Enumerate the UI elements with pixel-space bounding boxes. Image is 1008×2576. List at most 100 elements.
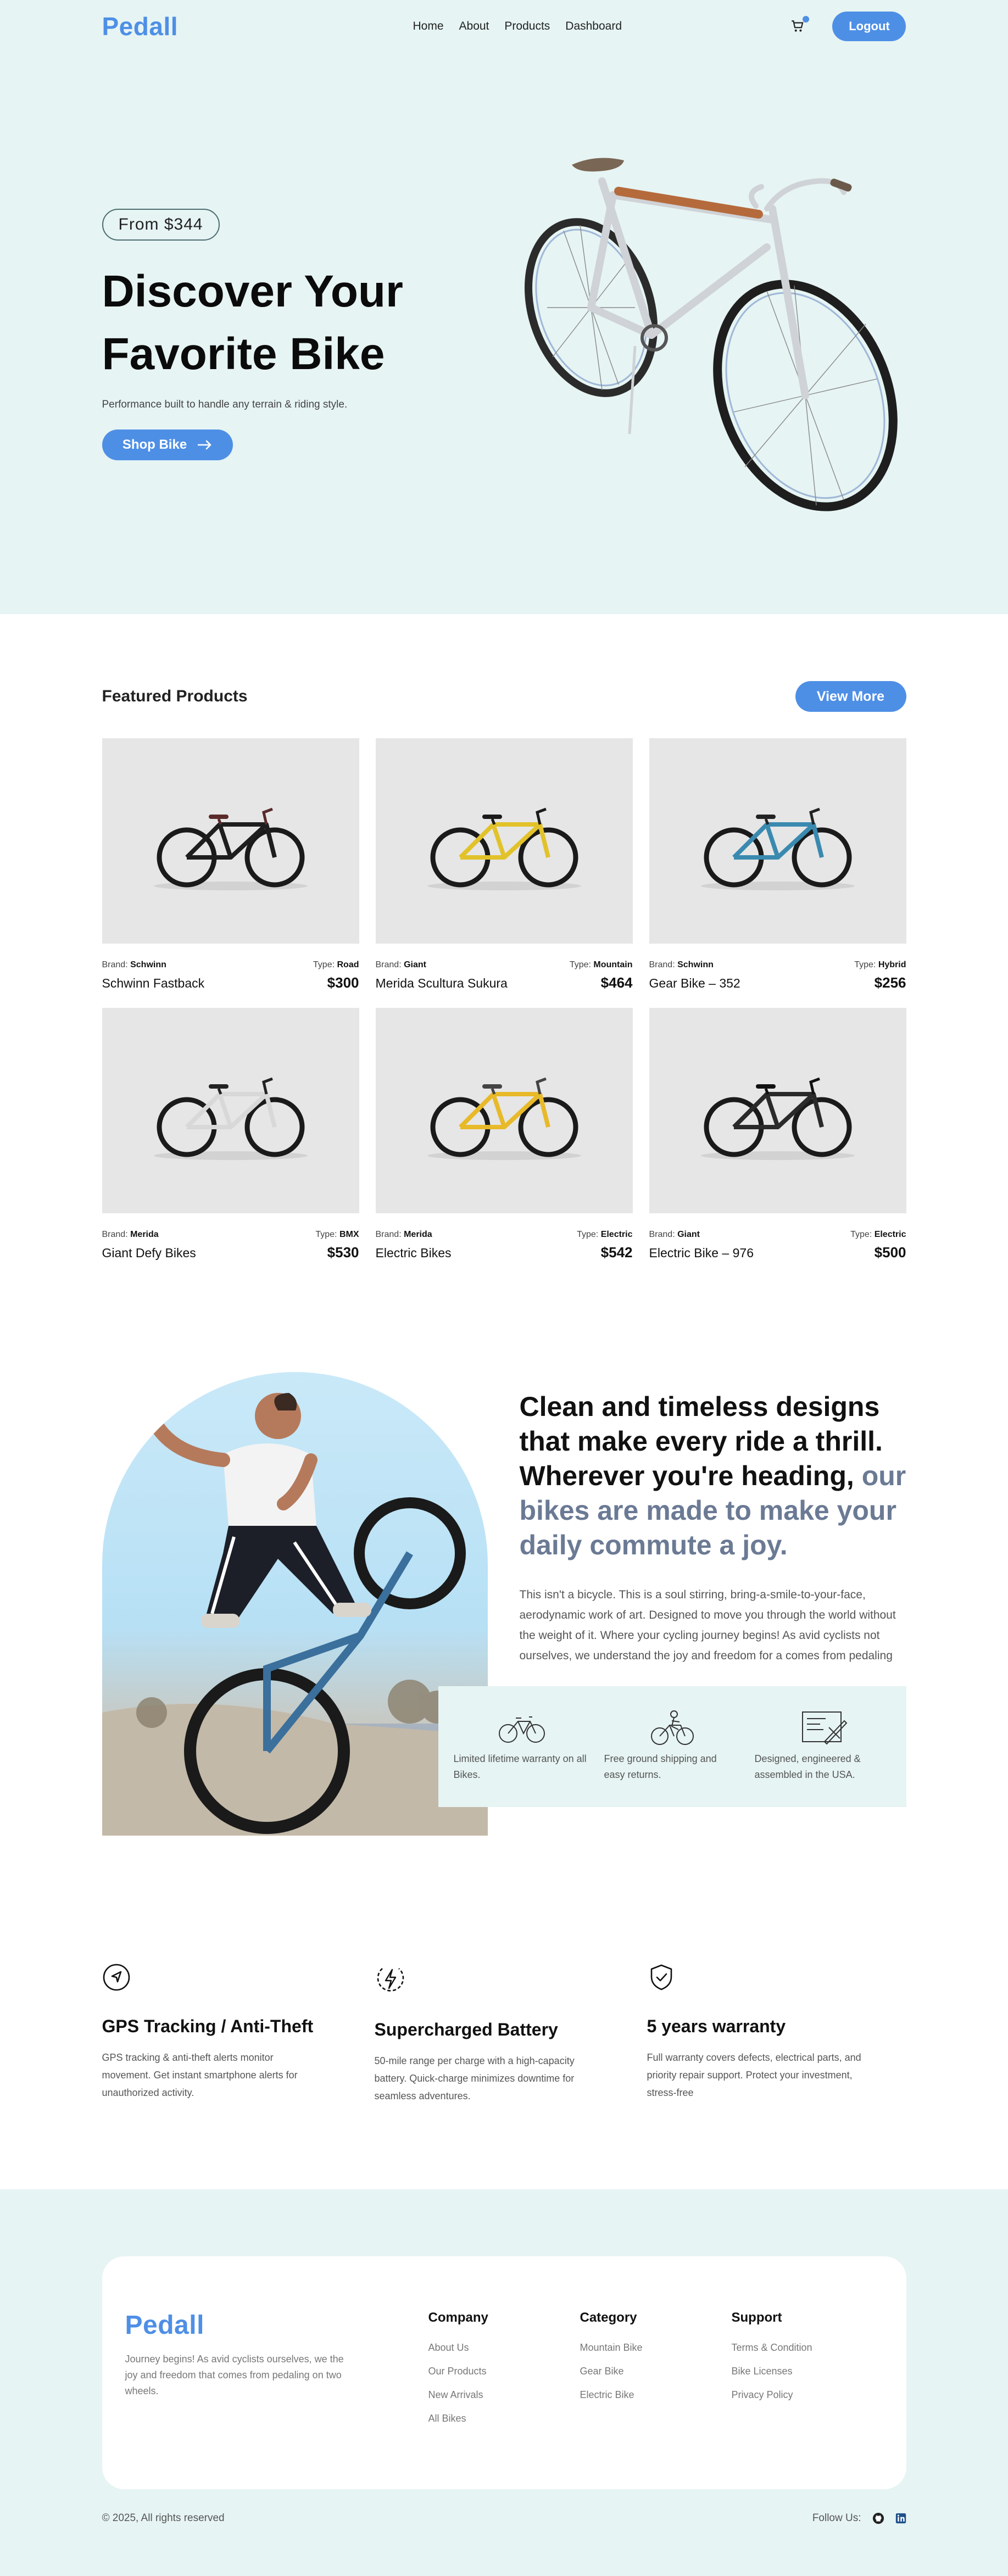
product-brand: Brand: Schwinn [102,960,166,969]
logout-button[interactable]: Logout [832,12,906,41]
product-name[interactable]: Gear Bike – 352 [649,976,740,991]
featured-title: Featured Products [102,687,248,705]
product-card[interactable]: Brand: Merida Type: Electric Electric Bike… [375,1008,633,1261]
footer-col-category: Category Mountain Bike Gear Bike Electri… [580,2310,732,2489]
benefits-section: GPS Tracking / Anti-Theft GPS tracking &… [0,1906,1008,2189]
product-price: $500 [874,1244,906,1261]
price-pill: From $344 [102,209,220,241]
footer-link-licenses[interactable]: Bike Licenses [732,2366,883,2377]
product-meta: Brand: Giant Type: Electric [649,1230,906,1240]
footer-col-title: Category [580,2310,637,2325]
hero-title: Discover Your Favorite Bike [102,260,454,386]
follow-us: Follow Us: [812,2512,906,2524]
benefit-battery: Supercharged Battery 50-mile range per c… [375,1963,647,2105]
feature-text: Designed, engineered & assembled in the … [754,1753,861,1780]
product-row: Electric Bike – 976 $500 [649,1244,906,1261]
footer-brand: Pedall Journey begins! As avid cyclists … [125,2310,428,2489]
top-nav: Pedall Home About Products Dashboard Log… [102,0,906,53]
product-name[interactable]: Schwinn Fastback [102,976,205,991]
product-brand: Brand: Merida [375,1230,432,1239]
featured-header: Featured Products View More [102,681,906,712]
blueprint-icon [755,1708,891,1748]
feature-text: Limited lifetime warranty on all Bikes. [453,1753,587,1780]
product-card[interactable]: Brand: Schwinn Type: Road Schwinn Fastback… [102,738,359,991]
product-brand: Brand: Schwinn [649,960,714,969]
footer-link-about-us[interactable]: About Us [428,2342,580,2354]
follow-label: Follow Us: [812,2512,861,2524]
product-type: Type: BMX [315,1230,359,1239]
footer-link-new-arrivals[interactable]: New Arrivals [428,2389,580,2401]
footer-link-electric-bike[interactable]: Electric Bike [580,2389,732,2401]
product-brand: Brand: Merida [102,1230,159,1239]
navigation-icon [103,1964,130,1991]
delivery-bike-icon [604,1708,740,1748]
product-image[interactable] [102,1008,359,1213]
copyright: © 2025, All rights reserved [102,2512,225,2524]
product-card[interactable]: Brand: Schwinn Type: Hybrid Gear Bike – 35… [649,738,906,991]
product-meta: Brand: Schwinn Type: Hybrid [649,960,906,970]
product-row: Gear Bike – 352 $256 [649,974,906,991]
shield-check-icon [650,1964,672,1990]
nav-link-about[interactable]: About [459,20,489,33]
story-section: Clean and timeless designs that make eve… [102,1302,906,1906]
footer-link-privacy[interactable]: Privacy Policy [732,2389,883,2401]
footer-card: Pedall Journey begins! As avid cyclists … [102,2256,906,2489]
footer-link-terms[interactable]: Terms & Condition [732,2342,883,2354]
footer-description: Journey begins! As avid cyclists ourselv… [125,2354,344,2396]
feature-warranty: Limited lifetime warranty on all Bikes. [454,1708,590,1807]
footer-logo[interactable]: Pedall [125,2310,428,2340]
product-meta: Brand: Merida Type: Electric [376,1230,633,1240]
product-row: Electric Bikes $542 [376,1244,633,1261]
product-type: Type: Electric [850,1230,906,1239]
product-type: Type: Mountain [569,960,633,969]
benefit-text: GPS tracking & anti-theft alerts monitor… [102,2052,298,2098]
product-row: Merida Scultura Sukura $464 [376,974,633,991]
story-features: Limited lifetime warranty on all Bikes. … [438,1686,906,1807]
hero-bike-image [524,158,898,511]
product-card[interactable]: Brand: Giant Type: Mountain Merida Scultur… [375,738,633,991]
github-icon[interactable] [872,2512,884,2524]
feature-shipping: Free ground shipping and easy returns. [604,1708,740,1807]
product-image[interactable] [102,738,359,944]
product-meta: Brand: Giant Type: Mountain [376,960,633,970]
product-name[interactable]: Giant Defy Bikes [102,1246,196,1261]
benefit-title: GPS Tracking / Anti-Theft [102,2016,314,2036]
nav-link-products[interactable]: Products [504,20,550,33]
footer-link-our-products[interactable]: Our Products [428,2366,580,2377]
product-image[interactable] [375,738,633,944]
product-price: $256 [874,974,906,991]
product-card[interactable]: Brand: Merida Type: BMX Giant Defy Bikes $5… [102,1008,359,1261]
product-name[interactable]: Electric Bike – 976 [649,1246,754,1261]
bicycle-icon [454,1708,590,1748]
benefit-text: 50-mile range per charge with a high-cap… [374,2055,575,2101]
product-row: Giant Defy Bikes $530 [102,1244,359,1261]
nav-link-home[interactable]: Home [413,20,443,33]
product-price: $464 [600,974,633,991]
benefit-gps: GPS Tracking / Anti-Theft GPS tracking &… [102,1963,375,2105]
product-card[interactable]: Brand: Giant Type: Electric Electric Bike … [649,1008,906,1261]
cart-badge [803,16,810,23]
hero-content: From $344 Discover Your Favorite Bike Pe… [102,209,454,460]
footer-link-gear-bike[interactable]: Gear Bike [580,2366,732,2377]
story-headline: Clean and timeless designs that make eve… [520,1390,906,1563]
product-name[interactable]: Merida Scultura Sukura [376,976,508,991]
product-image[interactable] [649,1008,906,1213]
footer-col-company: Company About Us Our Products New Arriva… [428,2310,580,2489]
hero-title-line1: Discover Your [102,266,403,316]
view-more-button[interactable]: View More [795,681,906,712]
shop-bike-button[interactable]: Shop Bike [102,430,233,460]
product-price: $530 [327,1244,359,1261]
hero-subtitle: Performance built to handle any terrain … [102,399,348,410]
linkedin-icon[interactable] [895,2513,906,2524]
product-name[interactable]: Electric Bikes [376,1246,452,1261]
product-image[interactable] [649,738,906,944]
logo[interactable]: Pedall [102,12,179,41]
product-image[interactable] [375,1008,633,1213]
cart-icon[interactable] [790,16,810,34]
footer-link-all-bikes[interactable]: All Bikes [428,2413,580,2424]
nav-links: Home About Products Dashboard [413,20,622,33]
footer-col-support: Support Terms & Condition Bike Licenses … [732,2310,883,2489]
footer-col-title: Company [428,2310,488,2325]
nav-link-dashboard[interactable]: Dashboard [565,20,622,33]
footer-link-mountain-bike[interactable]: Mountain Bike [580,2342,732,2354]
